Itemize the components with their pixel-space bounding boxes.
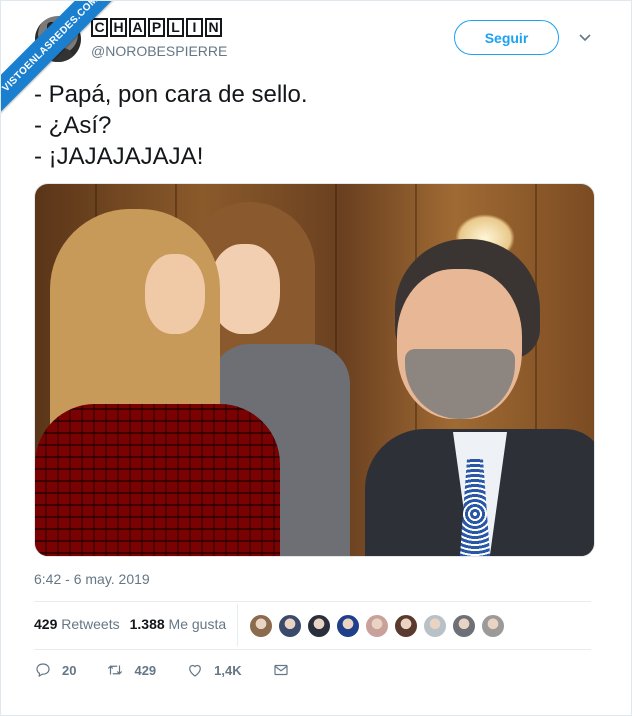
like-button[interactable]: 1,4K (186, 661, 242, 679)
tweet-card: VISTOENLASREDES.COM C H A P L I N @NOROB… (0, 0, 632, 716)
liker-avatar[interactable] (423, 614, 447, 638)
retweets-stat[interactable]: 429 Retweets (34, 616, 120, 632)
divider (34, 649, 591, 650)
liker-avatar[interactable] (394, 614, 418, 638)
liker-avatar[interactable] (249, 614, 273, 638)
retweet-icon (108, 665, 123, 675)
retweet-count: 429 (134, 662, 157, 678)
retweet-button[interactable]: 429 (106, 661, 156, 679)
heart-icon (189, 664, 202, 677)
reply-button[interactable]: 20 (34, 661, 76, 679)
like-count: 1,4K (214, 662, 242, 678)
tweet-stats: 429 Retweets 1.388 Me gusta (34, 616, 226, 632)
tweet-line: - ¡JAJAJAJAJA! (34, 143, 204, 170)
follow-button[interactable]: Seguir (454, 20, 559, 55)
liker-avatar[interactable] (452, 614, 476, 638)
liker-avatar[interactable] (336, 614, 360, 638)
tweet-photo[interactable] (34, 183, 595, 557)
display-name-letter: L (167, 18, 184, 37)
reply-count: 20 (62, 662, 77, 678)
liker-avatar[interactable] (278, 614, 302, 638)
liker-avatar[interactable] (307, 614, 331, 638)
display-name-letter: P (148, 18, 165, 37)
liker-avatar[interactable] (365, 614, 389, 638)
stats-divider (237, 604, 238, 646)
display-name-letter: I (186, 18, 203, 37)
tweet-actions: 20 429 1,4K (34, 661, 320, 679)
watermark-corner: VISTOENLASREDES.COM (1, 1, 121, 121)
message-button[interactable] (272, 661, 290, 679)
display-name-letter: A (129, 18, 146, 37)
chevron-down-icon[interactable] (577, 29, 593, 45)
liker-avatar[interactable] (481, 614, 505, 638)
envelope-icon (274, 664, 288, 676)
display-name-letter: N (205, 18, 222, 37)
tweet-timestamp[interactable]: 6:42 - 6 may. 2019 (34, 571, 150, 587)
likes-stat[interactable]: 1.388 Me gusta (130, 616, 227, 632)
watermark-ribbon: VISTOENLASREDES.COM (1, 1, 120, 114)
divider (34, 601, 591, 602)
reply-icon (36, 663, 50, 678)
likers-avatars (249, 614, 505, 638)
